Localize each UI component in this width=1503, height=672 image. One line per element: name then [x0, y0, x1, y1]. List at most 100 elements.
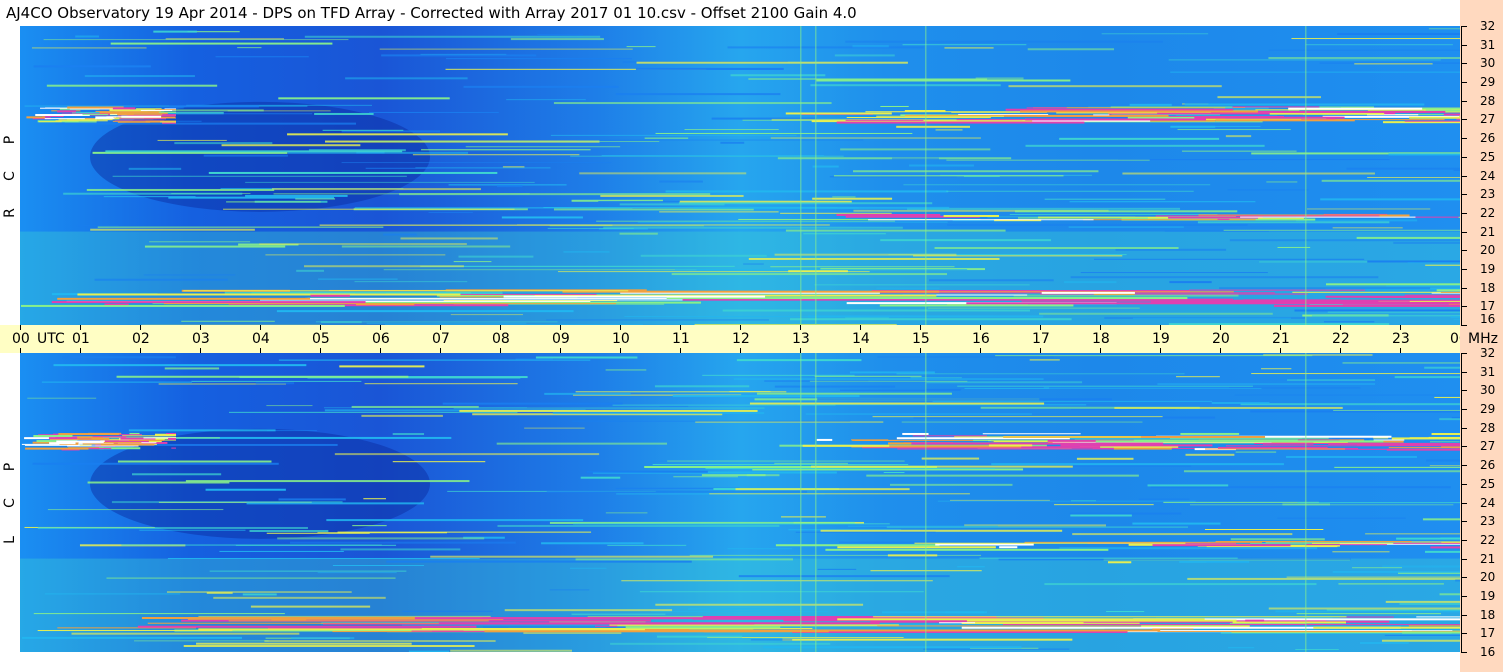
band-stroke [64, 121, 97, 123]
rcp-spectrogram [20, 26, 1460, 325]
streak [317, 572, 397, 574]
streak [273, 193, 530, 195]
streak [1177, 129, 1291, 131]
lcp-freq-label-29: 29 [1480, 402, 1496, 416]
streak [1080, 272, 1268, 274]
streak [1422, 518, 1460, 521]
band-stroke [1292, 291, 1460, 293]
band-stroke [100, 443, 155, 446]
lcp-freq-label-23: 23 [1480, 514, 1496, 528]
streak [1439, 418, 1460, 421]
streak [408, 650, 450, 652]
streak [1396, 537, 1460, 540]
streak [1064, 281, 1117, 284]
utc-tick [800, 325, 801, 330]
rcp-freq-label-25: 25 [1480, 150, 1496, 164]
rcp-freq-label-27: 27 [1480, 112, 1496, 126]
streak [621, 580, 933, 582]
streak [774, 385, 896, 388]
streak [946, 190, 1194, 192]
band-stroke [1397, 443, 1460, 446]
streak [402, 610, 493, 612]
band-stroke [961, 622, 1084, 625]
lcp-freq-label-30: 30 [1480, 383, 1496, 397]
streak [157, 139, 227, 141]
streak [811, 465, 1073, 468]
streak [743, 263, 764, 265]
band-stroke [999, 546, 1018, 549]
streak [1359, 641, 1409, 644]
streak [619, 232, 658, 235]
streak [605, 369, 647, 371]
streak [458, 255, 534, 258]
streak [1321, 179, 1460, 182]
lcp-label: L C P [2, 353, 18, 652]
streak [674, 269, 968, 271]
streak [1311, 315, 1460, 317]
streak [41, 381, 192, 383]
rcp-freq-tick [1461, 82, 1467, 83]
vertical-interference-line [1305, 26, 1307, 325]
band-stroke [1021, 300, 1410, 302]
streak [322, 129, 404, 131]
rcp-freq-label-21: 21 [1480, 225, 1496, 239]
streak [524, 427, 585, 429]
band-stroke [876, 115, 1004, 117]
streak [1179, 560, 1250, 563]
streak [1332, 551, 1390, 553]
band-stroke [1152, 544, 1291, 547]
rcp-freq-label-17: 17 [1480, 299, 1496, 313]
streak [249, 530, 329, 533]
utc-label-1: 01 [72, 331, 90, 347]
streak [1071, 409, 1176, 411]
streak [366, 322, 527, 324]
streak [1230, 538, 1325, 541]
streak [763, 646, 1022, 649]
band-stroke [1188, 289, 1366, 291]
rcp-freq-tick [1461, 213, 1467, 214]
streak [910, 377, 962, 379]
streak [43, 39, 349, 41]
lcp-freq-tick [1461, 633, 1467, 634]
rcp-letter-r: R [2, 208, 18, 218]
lcp-freq-tick [1461, 652, 1467, 653]
streak [307, 377, 521, 379]
streak [250, 605, 371, 608]
streak [143, 274, 236, 276]
streak [76, 225, 119, 227]
band-stroke [982, 433, 1081, 435]
band-stroke [837, 546, 996, 549]
streak [196, 642, 412, 645]
streak [1223, 229, 1460, 231]
streak [659, 211, 779, 213]
streak [580, 476, 621, 479]
streak [575, 558, 794, 561]
streak [1388, 153, 1460, 156]
lcp-freq-tick [1461, 372, 1467, 373]
rcp-label-strip: R C P [0, 26, 20, 325]
utc-tick [1100, 325, 1101, 330]
streak [1327, 311, 1460, 313]
streak [1337, 32, 1460, 35]
streak [304, 265, 464, 268]
streak [1367, 260, 1460, 263]
streak [459, 409, 758, 412]
lcp-freq-label-24: 24 [1480, 496, 1496, 510]
utc-label-14: 14 [852, 331, 870, 347]
streak [221, 144, 361, 147]
band-stroke [1288, 107, 1423, 110]
streak [619, 203, 725, 206]
utc-label-22: 22 [1332, 331, 1350, 347]
band-stroke [1404, 294, 1460, 296]
streak [27, 397, 97, 399]
streak [1072, 533, 1293, 536]
streak [112, 175, 407, 177]
band-stroke [126, 114, 163, 116]
streak [354, 207, 633, 209]
rcp-freq-label-16: 16 [1480, 312, 1496, 326]
utc-tick [620, 325, 621, 330]
streak [121, 544, 382, 546]
lcp-freq-tick [1461, 596, 1467, 597]
streak [1450, 316, 1460, 319]
rcp-freq-tick [1461, 269, 1467, 270]
